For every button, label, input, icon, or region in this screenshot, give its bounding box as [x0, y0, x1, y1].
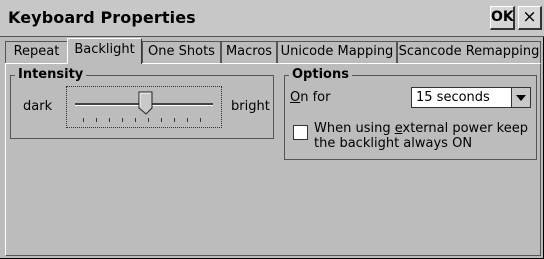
close-icon: × [522, 7, 537, 27]
dark-label: dark [23, 99, 53, 114]
on-for-dropdown[interactable]: 15 seconds [411, 87, 531, 108]
slider-tick [135, 118, 136, 122]
bright-label: bright [231, 99, 270, 114]
options-group: Options On for 15 seconds When using ext… [284, 67, 537, 160]
slider-tick [161, 118, 162, 122]
close-button[interactable]: × [518, 6, 542, 30]
external-power-label-line1: When using external power keep [314, 121, 528, 136]
ok-button[interactable]: OK [490, 6, 515, 30]
on-for-label: On for [290, 90, 331, 105]
tab-one-shots[interactable]: One Shots [142, 41, 221, 63]
chevron-down-icon[interactable] [511, 88, 530, 107]
on-for-value: 15 seconds [416, 90, 490, 105]
slider-tick [109, 118, 110, 122]
tab-unicode-mapping[interactable]: Unicode Mapping [277, 41, 397, 63]
intensity-group: Intensity dark bright [10, 67, 274, 139]
slider-tick [122, 118, 123, 122]
tab-backlight[interactable]: Backlight [67, 38, 142, 64]
slider-tick [187, 118, 188, 122]
tab-macros[interactable]: Macros [221, 41, 277, 63]
slider-thumb[interactable] [138, 91, 154, 115]
keyboard-properties-window: Keyboard Properties OK × Repeat Backligh… [0, 0, 544, 259]
intensity-label: Intensity [15, 67, 87, 83]
tab-scancode-remapping[interactable]: Scancode Remapping [397, 41, 541, 63]
options-label: Options [289, 67, 352, 83]
external-power-label-line2: the backlight always ON [314, 136, 473, 151]
slider-tick [174, 118, 175, 122]
tab-strip: Repeat Backlight One Shots Macros Unicod… [5, 38, 544, 64]
slider-tick [148, 118, 149, 122]
external-power-checkbox[interactable] [293, 125, 308, 140]
tab-repeat[interactable]: Repeat [5, 41, 68, 63]
slider-tick [83, 118, 84, 122]
window-title: Keyboard Properties [8, 8, 196, 27]
intensity-slider[interactable] [66, 86, 222, 128]
slider-tick [200, 118, 201, 122]
title-bar: Keyboard Properties OK × [0, 0, 544, 37]
slider-tick [96, 118, 97, 122]
